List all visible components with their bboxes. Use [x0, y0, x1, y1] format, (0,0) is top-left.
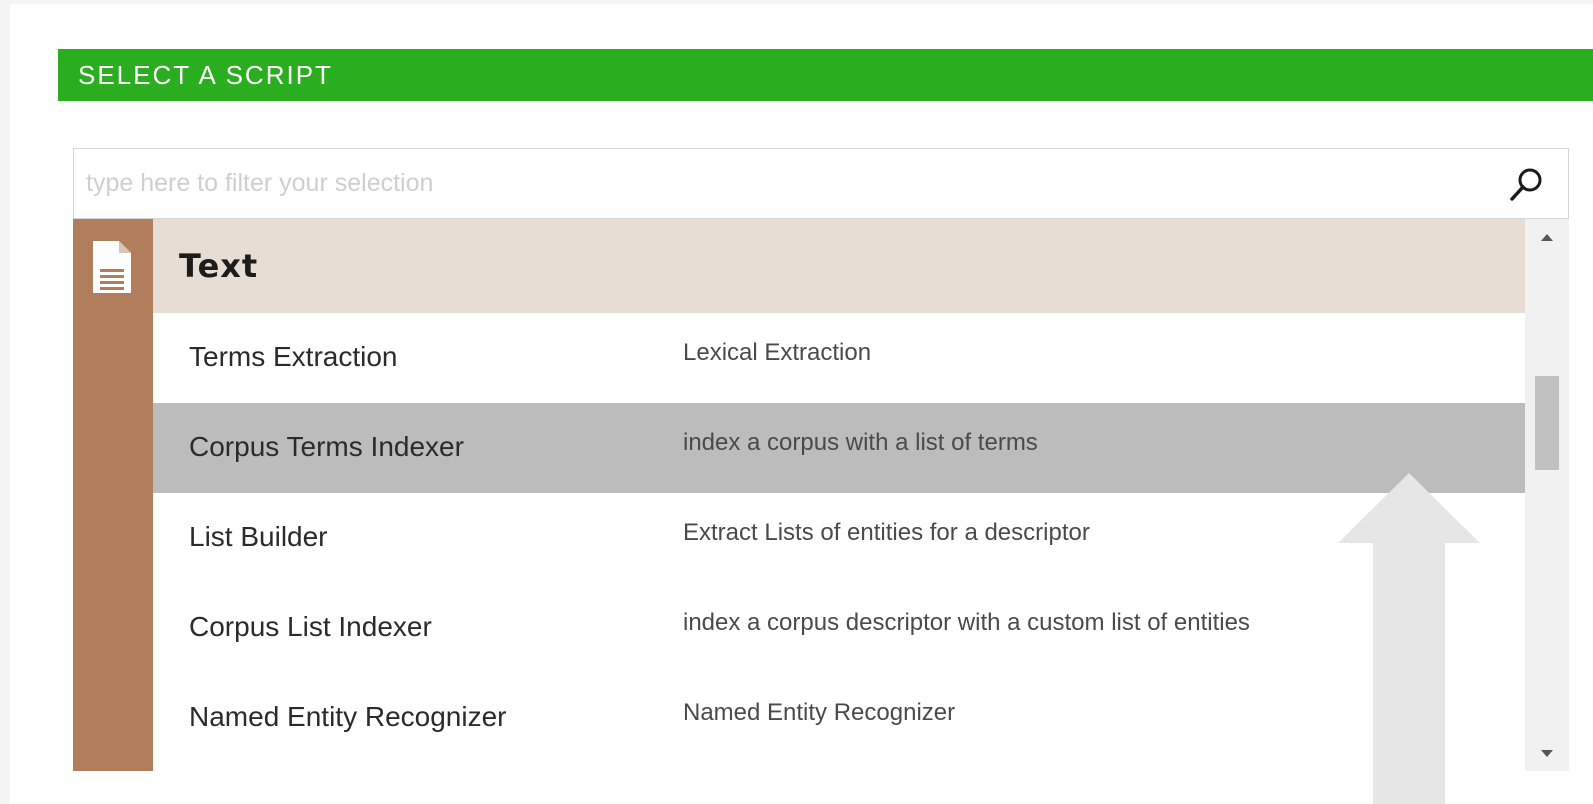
script-name: Corpus List Indexer	[189, 611, 432, 642]
scroll-thumb[interactable]	[1535, 376, 1559, 470]
script-name: List Builder	[189, 521, 328, 552]
document-icon	[93, 241, 131, 293]
script-description: index a corpus descriptor with a custom …	[683, 609, 1250, 636]
script-row-corpus-terms-indexer[interactable]: Corpus Terms Indexer index a corpus with…	[153, 403, 1525, 493]
section-title: SELECT A SCRIPT	[78, 59, 333, 90]
script-description: Extract Lists of entities for a descript…	[683, 519, 1090, 546]
script-description: index a corpus with a list of terms	[683, 429, 1038, 456]
script-name: Corpus Terms Indexer	[189, 431, 464, 462]
script-row-corpus-list-indexer[interactable]: Corpus List Indexer index a corpus descr…	[153, 583, 1525, 673]
scroll-down-arrow-icon[interactable]	[1525, 739, 1569, 767]
script-row-list-builder[interactable]: List Builder Extract Lists of entities f…	[153, 493, 1525, 583]
script-name: Terms Extraction	[189, 341, 398, 372]
section-header: SELECT A SCRIPT	[58, 49, 1593, 101]
category-strip	[73, 219, 153, 771]
category-header-text[interactable]: Text	[153, 219, 1525, 313]
script-list: Text Terms Extraction Lexical Extraction…	[73, 219, 1569, 771]
script-rows: Terms Extraction Lexical Extraction Corp…	[153, 313, 1525, 763]
filter-input[interactable]	[86, 149, 1466, 218]
search-icon[interactable]	[1508, 165, 1546, 203]
filter-box	[73, 148, 1569, 219]
script-row-named-entity-recognizer[interactable]: Named Entity Recognizer Named Entity Rec…	[153, 673, 1525, 763]
script-description: Lexical Extraction	[683, 339, 872, 366]
script-name: Named Entity Recognizer	[189, 701, 507, 732]
category-title: Text	[179, 247, 259, 285]
script-description: Named Entity Recognizer	[683, 699, 956, 726]
script-row-terms-extraction[interactable]: Terms Extraction Lexical Extraction	[153, 313, 1525, 403]
scroll-up-arrow-icon[interactable]	[1525, 223, 1569, 251]
list-scrollbar[interactable]	[1525, 219, 1569, 771]
